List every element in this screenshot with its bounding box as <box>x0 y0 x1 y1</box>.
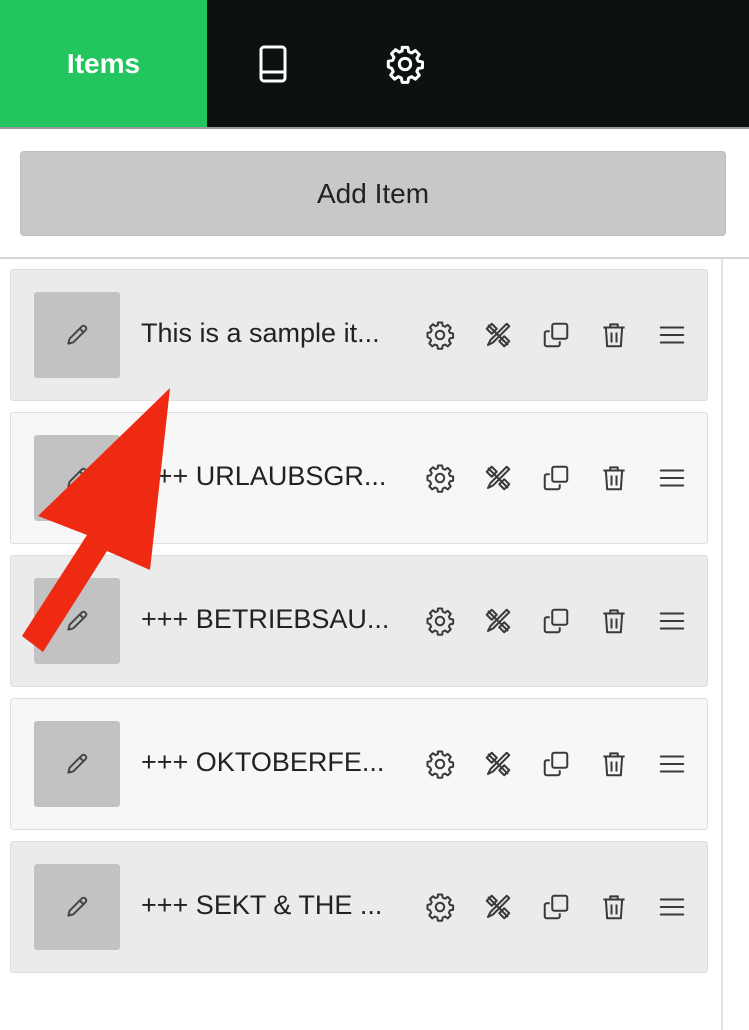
item-delete-button[interactable] <box>585 457 643 499</box>
list-item[interactable]: +++ URLAUBSGR... <box>10 412 708 544</box>
item-design-button[interactable] <box>469 886 527 928</box>
item-design-button[interactable] <box>469 314 527 356</box>
item-duplicate-button[interactable] <box>527 886 585 928</box>
duplicate-icon <box>543 751 569 777</box>
tab-items[interactable]: Items <box>0 0 207 127</box>
item-actions <box>411 314 701 356</box>
item-actions <box>411 457 701 499</box>
edit-item-button[interactable] <box>34 721 120 807</box>
design-tools-icon <box>485 322 511 348</box>
item-settings-button[interactable] <box>411 600 469 642</box>
gear-icon <box>426 321 455 350</box>
item-settings-button[interactable] <box>411 457 469 499</box>
list-item[interactable]: +++ OKTOBERFE... <box>10 698 708 830</box>
item-delete-button[interactable] <box>585 600 643 642</box>
item-settings-button[interactable] <box>411 886 469 928</box>
tab-items-label: Items <box>66 47 141 79</box>
scrollbar[interactable] <box>721 259 723 1030</box>
design-tools-icon <box>485 751 511 777</box>
add-item-section: Add Item <box>0 129 749 259</box>
item-title: +++ BETRIEBSAU... <box>141 604 390 634</box>
item-delete-button[interactable] <box>585 886 643 928</box>
pencil-icon <box>67 610 88 631</box>
item-design-button[interactable] <box>469 600 527 642</box>
item-duplicate-button[interactable] <box>527 314 585 356</box>
item-actions <box>411 743 701 785</box>
trash-icon <box>603 323 625 348</box>
design-tools-icon <box>485 465 511 491</box>
item-settings-button[interactable] <box>411 314 469 356</box>
tab-settings[interactable] <box>339 0 471 127</box>
gear-icon <box>426 607 455 636</box>
item-duplicate-button[interactable] <box>527 457 585 499</box>
item-design-button[interactable] <box>469 743 527 785</box>
item-settings-button[interactable] <box>411 743 469 785</box>
item-actions <box>411 886 701 928</box>
item-title: This is a sample it... <box>141 318 380 348</box>
drag-handle-icon <box>659 326 685 344</box>
item-title: +++ OKTOBERFE... <box>141 747 385 777</box>
drag-handle-icon <box>659 898 685 916</box>
item-drag-handle[interactable] <box>643 600 701 642</box>
item-title: +++ URLAUBSGR... <box>141 461 387 491</box>
gear-icon <box>426 750 455 779</box>
item-delete-button[interactable] <box>585 743 643 785</box>
trash-icon <box>603 895 625 920</box>
item-actions <box>411 600 701 642</box>
top-navigation-bar: Items <box>0 0 749 127</box>
drag-handle-icon <box>659 469 685 487</box>
gear-icon <box>426 464 455 493</box>
item-drag-handle[interactable] <box>643 314 701 356</box>
design-tools-icon <box>485 608 511 634</box>
duplicate-icon <box>543 322 569 348</box>
drag-handle-icon <box>659 755 685 773</box>
design-tools-icon <box>485 894 511 920</box>
edit-item-button[interactable] <box>34 292 120 378</box>
item-design-button[interactable] <box>469 457 527 499</box>
pencil-icon <box>67 467 88 488</box>
tab-device-preview[interactable] <box>207 0 339 127</box>
edit-item-button[interactable] <box>34 864 120 950</box>
add-item-button[interactable]: Add Item <box>20 151 726 236</box>
gear-icon <box>386 45 424 84</box>
drag-handle-icon <box>659 612 685 630</box>
item-duplicate-button[interactable] <box>527 743 585 785</box>
trash-icon <box>603 752 625 777</box>
pencil-icon <box>67 753 88 774</box>
gear-icon <box>426 893 455 922</box>
item-drag-handle[interactable] <box>643 743 701 785</box>
edit-item-button[interactable] <box>34 578 120 664</box>
item-duplicate-button[interactable] <box>527 600 585 642</box>
item-drag-handle[interactable] <box>643 457 701 499</box>
edit-item-button[interactable] <box>34 435 120 521</box>
list-item[interactable]: +++ SEKT & THE ... <box>10 841 708 973</box>
trash-icon <box>603 466 625 491</box>
item-title: +++ SEKT & THE ... <box>141 890 383 920</box>
pencil-icon <box>67 896 88 917</box>
duplicate-icon <box>543 465 569 491</box>
add-item-label: Add Item <box>316 177 430 209</box>
duplicate-icon <box>543 894 569 920</box>
duplicate-icon <box>543 608 569 634</box>
pencil-icon <box>67 324 88 345</box>
item-delete-button[interactable] <box>585 314 643 356</box>
item-drag-handle[interactable] <box>643 886 701 928</box>
list-item[interactable]: This is a sample it... <box>10 269 708 401</box>
tablet-icon <box>259 45 287 82</box>
trash-icon <box>603 609 625 634</box>
list-item[interactable]: +++ BETRIEBSAU... <box>10 555 708 687</box>
